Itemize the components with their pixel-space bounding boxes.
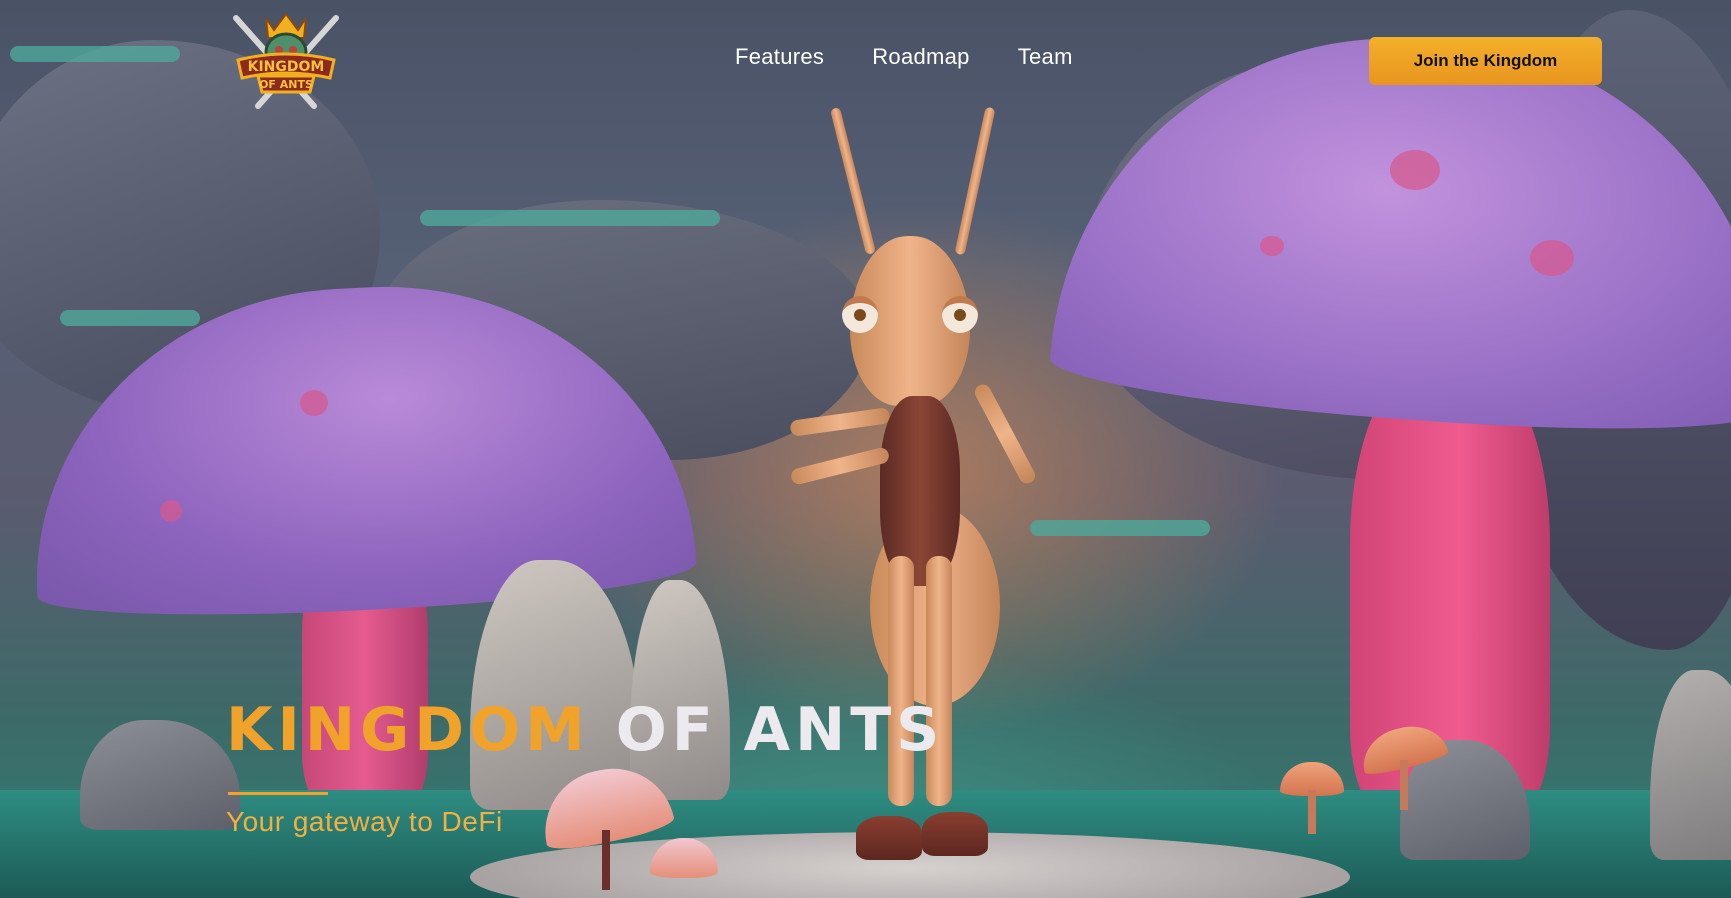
standing-stone: [1650, 670, 1731, 860]
logo-emblem-icon: KINGDOM OF ANTS: [233, 12, 339, 109]
small-mushroom: [1280, 762, 1360, 842]
standing-stone: [80, 720, 240, 830]
hero-title: KINGDOM OF ANTS: [226, 700, 944, 760]
ant-shoe: [922, 812, 988, 856]
nav-link-features[interactable]: Features: [735, 44, 824, 70]
mushroom-spot: [160, 500, 182, 522]
ant-shoe: [856, 816, 922, 860]
mushroom-spot: [1530, 240, 1574, 276]
svg-text:OF ANTS: OF ANTS: [259, 78, 313, 91]
ant-leg: [926, 556, 952, 806]
ant-eye: [842, 296, 878, 333]
join-the-kingdom-button[interactable]: Join the Kingdom: [1369, 37, 1602, 85]
moss: [10, 46, 180, 62]
ant-eye: [942, 296, 978, 333]
standing-stone: [630, 580, 730, 800]
ant-leg: [888, 556, 914, 806]
main-nav: Features Roadmap Team: [735, 44, 1073, 70]
kingdom-of-ants-logo[interactable]: KINGDOM OF ANTS: [224, 8, 348, 110]
svg-text:KINGDOM: KINGDOM: [248, 59, 325, 75]
hero-title-of-ants: OF ANTS: [615, 695, 945, 765]
ant-arm: [789, 446, 891, 486]
ant-antenna: [830, 107, 876, 255]
mushroom-spot: [300, 390, 328, 416]
small-mushroom: [1356, 718, 1450, 818]
mushroom-spot: [1260, 236, 1284, 256]
moss: [60, 310, 200, 326]
hero-section: KINGDOM OF ANTS Features Roadmap Team Jo…: [0, 0, 1731, 898]
moss: [420, 210, 720, 226]
hero-title-kingdom: KINGDOM: [226, 695, 590, 765]
title-underline: [228, 792, 328, 795]
nav-link-team[interactable]: Team: [1018, 44, 1073, 70]
small-mushroom: [650, 838, 720, 898]
ant-arm: [789, 407, 891, 437]
ant-arm: [972, 381, 1038, 487]
hero-tagline: Your gateway to DeFi: [226, 806, 503, 837]
ant-antenna: [954, 106, 996, 256]
nav-link-roadmap[interactable]: Roadmap: [872, 44, 970, 70]
mushroom-spot: [1390, 150, 1440, 190]
